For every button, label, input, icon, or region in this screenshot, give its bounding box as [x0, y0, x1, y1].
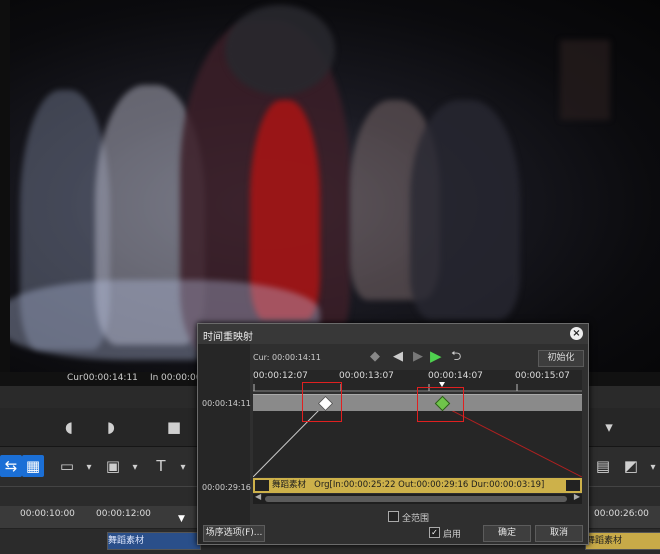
timeline-clip[interactable]: 舞蹈素材 [107, 532, 201, 550]
full-range-checkbox[interactable] [388, 511, 399, 522]
remap-ruler-label: 00:00:15:07 [515, 371, 570, 381]
scrollbar-thumb[interactable] [265, 496, 567, 502]
tl-ruler-label: 00:00:10:00 [20, 509, 75, 519]
dialog-titlebar[interactable]: 时间重映射 × [198, 324, 588, 344]
remap-scrollbar[interactable]: ◀ ▶ [253, 492, 582, 504]
scene-options-button[interactable]: 场序选项(F)... [203, 525, 265, 542]
prev-keyframe-icon[interactable]: ◀ [393, 350, 403, 364]
scroll-right-icon[interactable]: ▶ [574, 492, 580, 501]
timeline-clip[interactable]: 舞蹈素材 [585, 532, 660, 550]
enable-label: 启用 [443, 530, 462, 540]
grid-icon[interactable]: ▦ [22, 455, 44, 477]
folder-dropdown-icon[interactable]: ▾ [78, 457, 100, 479]
preview-sidebar [0, 0, 10, 372]
dialog-left-panel: 00:00:14:11 00:00:29:16 [198, 344, 251, 544]
initialize-button[interactable]: 初始化 [538, 350, 584, 367]
clip-end-thumbnail-icon [566, 480, 580, 491]
sync-icon[interactable]: ⇆ [0, 455, 22, 477]
save-dropdown-icon[interactable]: ▾ [124, 457, 146, 479]
ok-button[interactable]: 确定 [483, 525, 531, 542]
next-keyframe-icon[interactable]: ▶ [413, 350, 423, 364]
folder-icon[interactable]: ▭ [56, 455, 78, 477]
clip-thumbnail-icon [255, 480, 269, 491]
highlight-box [302, 382, 342, 422]
play-icon[interactable]: ▶ [430, 349, 442, 364]
split-icon[interactable]: ▤ [592, 455, 614, 477]
in-label: In [150, 373, 159, 383]
loop-play-icon[interactable]: ⮌ [451, 350, 461, 364]
playhead-icon[interactable]: ▼ [178, 514, 185, 524]
title-tool-icon[interactable]: T [150, 455, 172, 477]
track-time-top: 00:00:14:11 [202, 399, 251, 408]
dialog-title: 时间重映射 [203, 332, 253, 343]
remap-ruler-label: 00:00:13:07 [339, 371, 394, 381]
tl-ruler-label: 00:00:12:00 [96, 509, 151, 519]
full-range-label: 全范围 [402, 514, 430, 524]
title-dropdown-icon[interactable]: ▾ [172, 457, 194, 479]
stop-icon[interactable]: ■ [163, 416, 185, 438]
transition-dropdown-icon[interactable]: ▾ [642, 457, 660, 479]
save-icon[interactable]: ▣ [102, 455, 124, 477]
clip-name: 舞蹈素材 [272, 480, 307, 490]
remap-clip-bar[interactable]: 舞蹈素材 Org[In:00:00:25:22 Out:00:00:29:16 … [253, 478, 582, 493]
clip-info: Org[In:00:00:25:22 Out:00:00:29:16 Dur:0… [314, 480, 545, 490]
player-menu-icon[interactable]: ▾ [598, 416, 620, 438]
video-preview [0, 0, 660, 372]
time-remap-dialog: 时间重映射 × 00:00:14:11 00:00:29:16 Cur: 00:… [197, 323, 589, 545]
remap-ruler-label: 00:00:12:07 [253, 371, 308, 381]
transition-icon[interactable]: ◩ [620, 455, 642, 477]
scroll-left-icon[interactable]: ◀ [255, 492, 261, 501]
tl-ruler-label: 00:00:26:00 [594, 509, 649, 519]
cur-time-label: Cur: 00:00:14:11 [253, 353, 321, 362]
highlight-box [417, 387, 464, 422]
cur-label: Cur [67, 373, 83, 383]
track-time-bottom: 00:00:29:16 [202, 483, 251, 492]
keyframe-diamond-icon[interactable]: ◆ [370, 350, 380, 364]
mark-out-icon[interactable]: ◗ [100, 416, 122, 438]
cancel-button[interactable]: 取消 [535, 525, 583, 542]
cur-value: 00:00:14:11 [83, 373, 138, 383]
enable-checkbox[interactable]: ✓ [429, 527, 440, 538]
remap-ruler-label: 00:00:14:07 [428, 371, 483, 381]
close-icon[interactable]: × [570, 327, 583, 340]
mark-in-icon[interactable]: ◖ [58, 416, 80, 438]
